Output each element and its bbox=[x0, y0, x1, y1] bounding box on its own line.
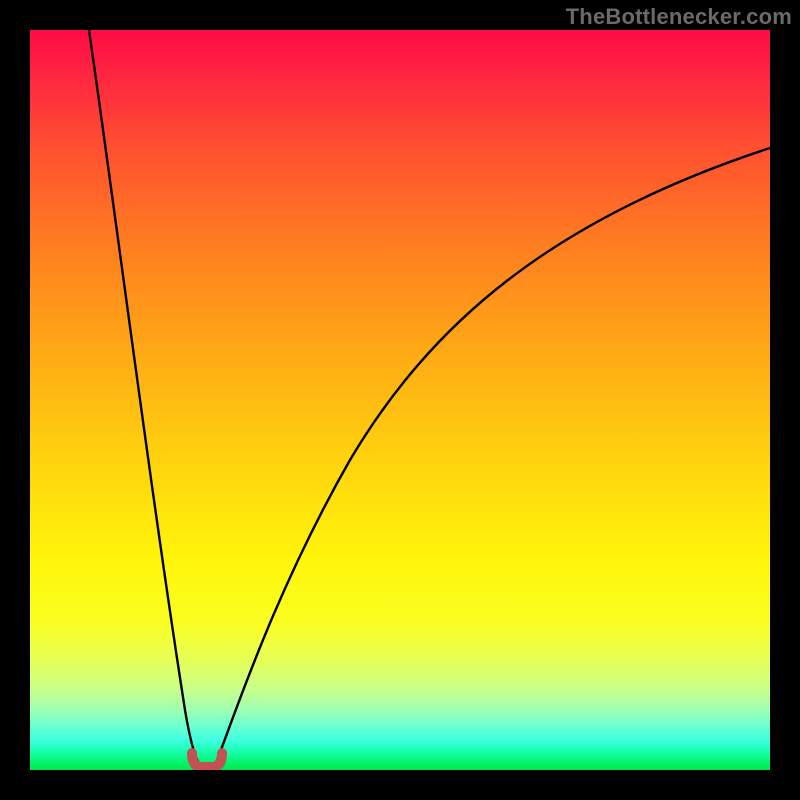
chart-container: TheBottlenecker.com bbox=[0, 0, 800, 800]
plot-area bbox=[30, 30, 770, 770]
credit-watermark: TheBottlenecker.com bbox=[566, 4, 792, 30]
